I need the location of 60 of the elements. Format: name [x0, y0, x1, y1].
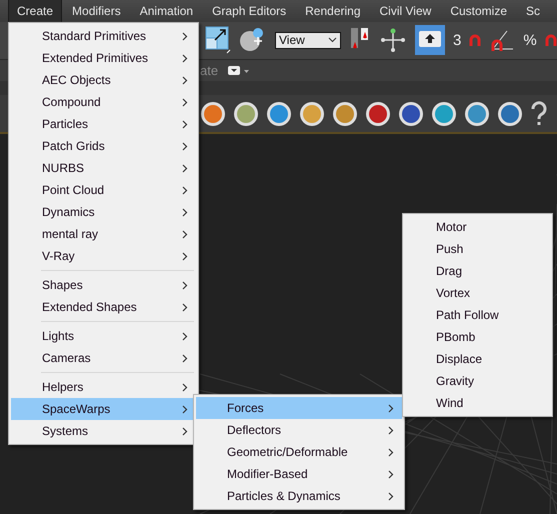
- menu-item[interactable]: Wind: [405, 392, 550, 414]
- menu-item[interactable]: Vortex: [405, 282, 550, 304]
- view-dropdown[interactable]: View: [275, 32, 341, 49]
- menu-item[interactable]: AEC Objects: [11, 69, 196, 91]
- dropdown-icon[interactable]: [228, 66, 250, 76]
- menu-title[interactable]: Graph Editors: [203, 0, 296, 23]
- tool-icon[interactable]: [299, 100, 325, 126]
- help-icon[interactable]: [530, 100, 548, 126]
- tool-icon[interactable]: [266, 100, 292, 126]
- menu-title[interactable]: Customize: [441, 0, 516, 23]
- menu-item[interactable]: Geometric/Deformable: [196, 441, 402, 463]
- menu-item[interactable]: Patch Grids: [11, 135, 196, 157]
- menu-item[interactable]: V-Ray: [11, 245, 196, 267]
- menu-item[interactable]: Helpers: [11, 376, 196, 398]
- upload-toggle-icon[interactable]: [415, 25, 445, 56]
- menu-item[interactable]: Lights: [11, 325, 196, 347]
- menu-item[interactable]: Cameras: [11, 347, 196, 369]
- menu-title[interactable]: Sc: [517, 0, 550, 23]
- menu-item[interactable]: PBomb: [405, 326, 550, 348]
- menu-item[interactable]: Compound: [11, 91, 196, 113]
- menu-item[interactable]: Dynamics: [11, 201, 196, 223]
- tool-icon[interactable]: [233, 100, 259, 126]
- menu-item[interactable]: SpaceWarps: [11, 398, 196, 420]
- tool-icon[interactable]: [200, 100, 226, 126]
- tool-icon[interactable]: [398, 100, 424, 126]
- menu-item[interactable]: mental ray: [11, 223, 196, 245]
- menu-title[interactable]: Modifiers: [63, 0, 130, 23]
- menu-item[interactable]: Particles & Dynamics: [196, 485, 402, 507]
- tool-icon[interactable]: [431, 100, 457, 126]
- tool-icon[interactable]: [464, 100, 490, 126]
- menu-item[interactable]: Push: [405, 238, 550, 260]
- menu-item[interactable]: Displace: [405, 348, 550, 370]
- snap-label: %: [523, 32, 537, 49]
- menu-item[interactable]: NURBS: [11, 157, 196, 179]
- menu-item[interactable]: Extended Shapes: [11, 296, 196, 318]
- menu-item[interactable]: Forces: [196, 397, 402, 419]
- tool-icon[interactable]: [497, 100, 523, 126]
- menu-item[interactable]: Systems: [11, 420, 196, 442]
- menu-item[interactable]: Motor: [405, 216, 550, 238]
- menu-item[interactable]: Modifier-Based: [196, 463, 402, 485]
- menu-item[interactable]: Path Follow: [405, 304, 550, 326]
- menu-title[interactable]: Civil View: [370, 0, 440, 23]
- pivot-icon[interactable]: [379, 26, 407, 54]
- viewport-scale-icon[interactable]: [205, 26, 231, 54]
- menu-title[interactable]: Animation: [130, 0, 202, 23]
- menu-title[interactable]: Create: [8, 0, 62, 23]
- caret-icon: [328, 37, 337, 44]
- tool-icon[interactable]: [365, 100, 391, 126]
- menu-title[interactable]: Rendering: [296, 0, 370, 23]
- menu-item[interactable]: Deflectors: [196, 419, 402, 441]
- menu-item[interactable]: Gravity: [405, 370, 550, 392]
- menu-item[interactable]: Shapes: [11, 274, 196, 296]
- menu-item[interactable]: Point Cloud: [11, 179, 196, 201]
- menu-item[interactable]: Drag: [405, 260, 550, 282]
- menu-item[interactable]: Extended Primitives: [11, 47, 196, 69]
- menu-item[interactable]: Standard Primitives: [11, 25, 196, 47]
- snap-label: 3: [453, 32, 462, 49]
- tool-icon[interactable]: [332, 100, 358, 126]
- menu-item[interactable]: Particles: [11, 113, 196, 135]
- ribbon-label: ate: [200, 63, 218, 78]
